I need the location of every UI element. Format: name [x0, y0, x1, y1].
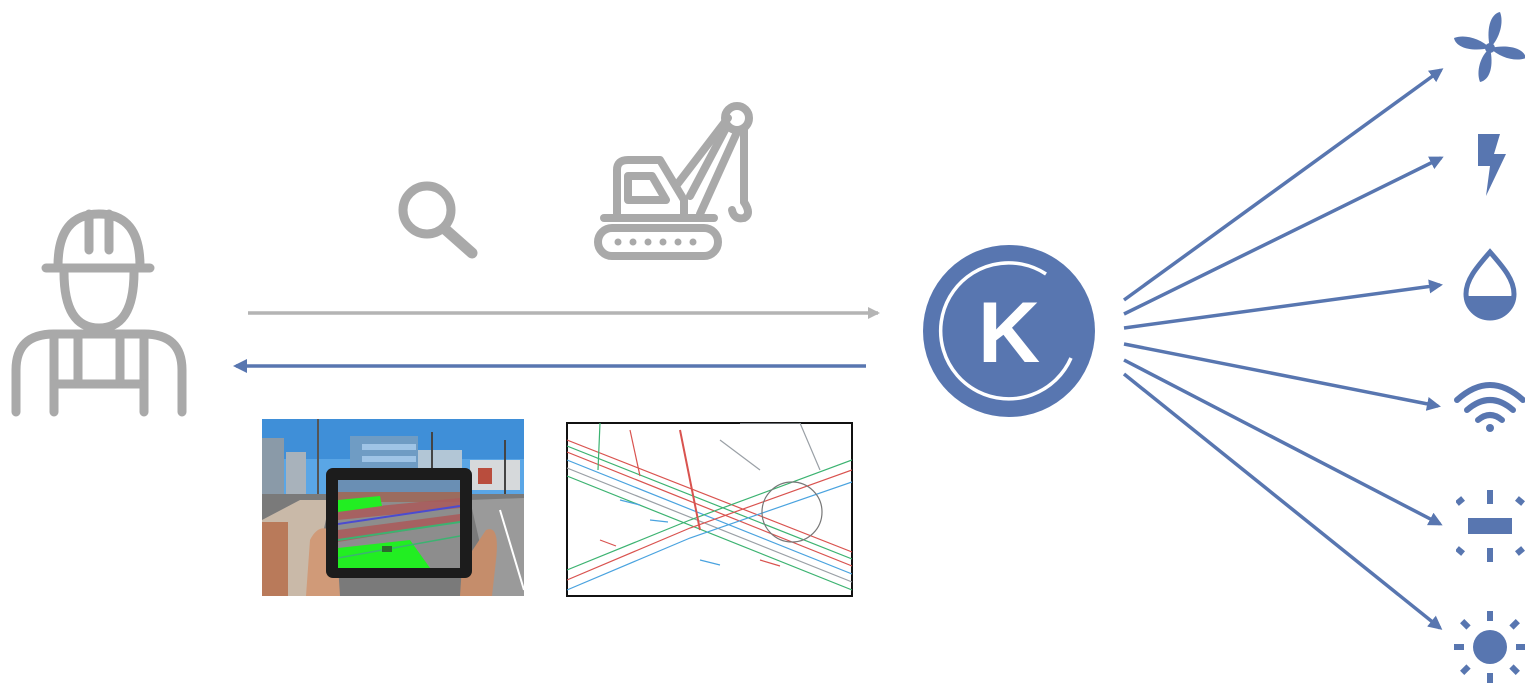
cable-icon — [1456, 490, 1525, 562]
water-drop-icon — [1463, 248, 1517, 321]
arrow-to-fan — [1122, 68, 1444, 302]
ar-tablet-screen — [338, 480, 460, 568]
fan-icon — [1454, 12, 1525, 82]
utility-drawing — [566, 422, 853, 597]
wifi-icon-dot — [1486, 424, 1494, 432]
lightning-icon — [1478, 134, 1506, 196]
k-hub: K — [923, 245, 1095, 417]
construction-worker-icon — [11, 209, 187, 417]
arrow-to-wifi — [1123, 342, 1441, 411]
sun-icon — [1454, 611, 1525, 683]
k-hub-letter: K — [978, 285, 1040, 381]
crane-icon — [594, 102, 753, 260]
magnifier-icon — [398, 181, 478, 259]
utility-data-diagram: K — [11, 12, 1525, 683]
fanout-arrows — [1122, 68, 1444, 630]
wifi-icon — [1454, 382, 1525, 423]
crane-track-wheels — [614, 238, 697, 246]
